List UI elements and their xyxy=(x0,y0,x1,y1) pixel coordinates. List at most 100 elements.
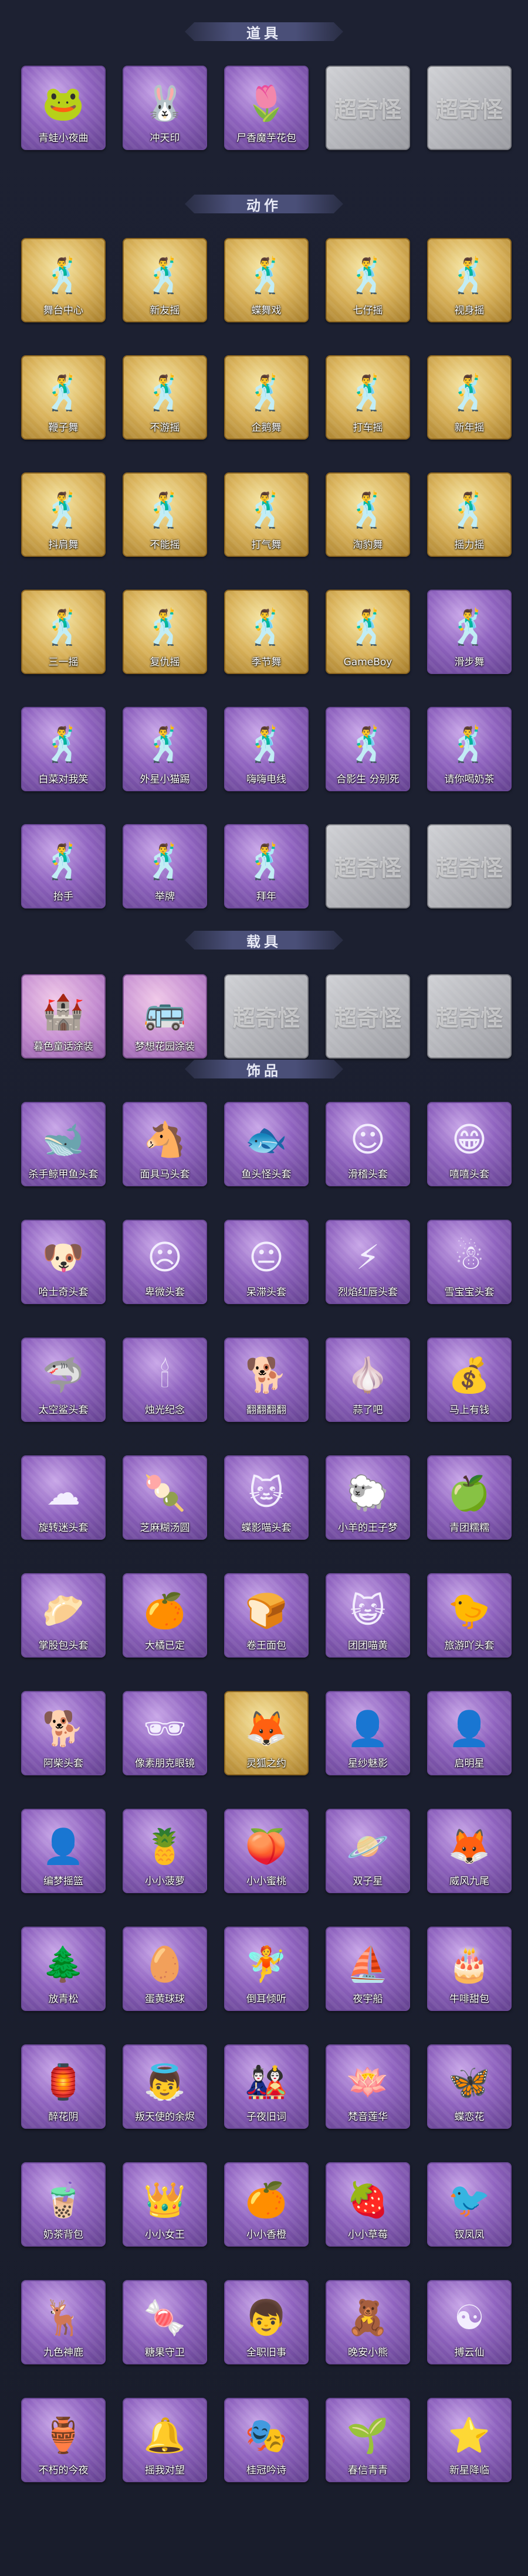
item-tile[interactable]: 🕺 复仇摇 xyxy=(123,590,207,674)
item-tile[interactable]: 🕯 烛光纪念 xyxy=(123,1338,207,1422)
item-tile[interactable]: 🏮 醉花阴 xyxy=(21,2044,106,2129)
item-tile[interactable]: 💰 马上有钱 xyxy=(427,1338,512,1422)
item-tile[interactable]: 🕺 打气舞 xyxy=(224,472,309,557)
item-tile[interactable]: 🕺 GameBoy xyxy=(326,590,410,674)
item-tile[interactable]: 🍓 小小草莓 xyxy=(326,2162,410,2247)
item-tile[interactable]: 🕺 抖肩舞 xyxy=(21,472,106,557)
item-tile[interactable]: 😁 嘻嘻头套 xyxy=(427,1102,512,1186)
item-tile[interactable]: 🐦 钗凤凤 xyxy=(427,2162,512,2247)
item-tile[interactable]: 🥚 蛋黄球球 xyxy=(123,1927,207,2011)
item-tile[interactable]: 😐 呆滞头套 xyxy=(224,1220,309,1304)
item-tile[interactable]: 🎂 牛啡甜包 xyxy=(427,1927,512,2011)
item-tile[interactable]: 🐑 小羊的王子梦 xyxy=(326,1455,410,1540)
item-tile[interactable]: 🧄 蒜了吧 xyxy=(326,1338,410,1422)
item-tile[interactable]: 🐶 哈士奇头套 xyxy=(21,1220,106,1304)
item-tile[interactable]: 🧋 奶茶背包 xyxy=(21,2162,106,2247)
item-tile[interactable]: 🎎 子夜旧词 xyxy=(224,2044,309,2129)
item-tile[interactable]: 👼 叛天使的余烬 xyxy=(123,2044,207,2129)
item-tile[interactable]: 🍏 青团糯糯 xyxy=(427,1455,512,1540)
item-tile[interactable]: 🦊 威风九尾 xyxy=(427,1809,512,1893)
item-tile[interactable]: 🐋 杀手鲸甲鱼头套 xyxy=(21,1102,106,1186)
item-tile[interactable]: 🪷 梵音莲华 xyxy=(326,2044,410,2129)
item-tile[interactable]: 🕺 新年摇 xyxy=(427,355,512,440)
locked-item-tile[interactable]: 超奇怪 xyxy=(326,974,410,1059)
item-tile[interactable]: 🕺 不能摇 xyxy=(123,472,207,557)
item-tile[interactable]: 🕺 合影生 分别死 xyxy=(326,707,410,791)
item-tile[interactable]: 🦈 太空鲨头套 xyxy=(21,1338,106,1422)
item-tile[interactable]: 🚌 梦想花园涂装 xyxy=(123,974,207,1059)
item-tile[interactable]: 🐱 蝶影喵头套 xyxy=(224,1455,309,1540)
item-tile[interactable]: ⛵ 夜宇船 xyxy=(326,1927,410,2011)
item-tile[interactable]: 🦊 灵狐之约 xyxy=(224,1691,309,1775)
item-tile[interactable]: 🕺 嗨嗨电线 xyxy=(224,707,309,791)
item-tile[interactable]: 🐟 鱼头怪头套 xyxy=(224,1102,309,1186)
item-tile[interactable]: 🪐 双子星 xyxy=(326,1809,410,1893)
locked-item-tile[interactable]: 超奇怪 xyxy=(326,824,410,908)
item-tile[interactable]: 🕺 季节舞 xyxy=(224,590,309,674)
item-tile[interactable]: 🧚 倒耳倾听 xyxy=(224,1927,309,2011)
item-tile[interactable]: 🕺 三一摇 xyxy=(21,590,106,674)
item-tile[interactable]: 🕺 拜年 xyxy=(224,824,309,908)
item-tile[interactable]: 🍍 小小菠萝 xyxy=(123,1809,207,1893)
item-tile[interactable]: 🔔 摇我对望 xyxy=(123,2398,207,2482)
item-tile[interactable]: 🎭 桂冠吟诗 xyxy=(224,2398,309,2482)
item-tile[interactable]: 🕺 滑步舞 xyxy=(427,590,512,674)
item-tile[interactable]: ☹ 卑微头套 xyxy=(123,1220,207,1304)
locked-item-tile[interactable]: 超奇怪 xyxy=(224,974,309,1059)
locked-item-tile[interactable]: 超奇怪 xyxy=(427,824,512,908)
item-tile[interactable]: 👤 编梦摇篮 xyxy=(21,1809,106,1893)
item-tile[interactable]: 🐰 冲天印 xyxy=(123,66,207,150)
item-tile[interactable]: 🕺 举牌 xyxy=(123,824,207,908)
item-tile[interactable]: 🕺 不游摇 xyxy=(123,355,207,440)
item-tile[interactable]: 🍡 芝麻糊汤圆 xyxy=(123,1455,207,1540)
locked-item-tile[interactable]: 超奇怪 xyxy=(427,974,512,1059)
item-tile[interactable]: ⚡ 烈焰红唇头套 xyxy=(326,1220,410,1304)
item-tile[interactable]: 🌲 放青松 xyxy=(21,1927,106,2011)
item-tile[interactable]: 🍊 小小香橙 xyxy=(224,2162,309,2247)
item-tile[interactable]: ☁ 旋转迷头套 xyxy=(21,1455,106,1540)
item-tile[interactable]: 👑 小小女王 xyxy=(123,2162,207,2247)
item-tile[interactable]: ⭐ 新星降临 xyxy=(427,2398,512,2482)
locked-item-tile[interactable]: 超奇怪 xyxy=(427,66,512,150)
item-tile[interactable]: 🐕 翻翻翻翻 xyxy=(224,1338,309,1422)
item-tile[interactable]: ☯ 搏云仙 xyxy=(427,2280,512,2364)
item-tile[interactable]: 🕺 摇力摇 xyxy=(427,472,512,557)
item-tile[interactable]: 🕺 白菜对我笑 xyxy=(21,707,106,791)
item-tile[interactable]: 🕶 像素朋克眼镜 xyxy=(123,1691,207,1775)
item-tile[interactable]: 🐤 旅游吖头套 xyxy=(427,1573,512,1658)
item-tile[interactable]: 👤 启明星 xyxy=(427,1691,512,1775)
item-tile[interactable]: 🍞 卷王面包 xyxy=(224,1573,309,1658)
item-tile[interactable]: 🏺 不朽的今夜 xyxy=(21,2398,106,2482)
item-tile[interactable]: 👤 星纱魅影 xyxy=(326,1691,410,1775)
item-tile[interactable]: 🕺 新友摇 xyxy=(123,238,207,322)
item-tile[interactable]: 🦌 九色神鹿 xyxy=(21,2280,106,2364)
item-tile[interactable]: 🕺 视身摇 xyxy=(427,238,512,322)
item-tile[interactable]: 🐕 阿柴头套 xyxy=(21,1691,106,1775)
item-tile[interactable]: 🌷 尸香魔芋花包 xyxy=(224,66,309,150)
item-tile[interactable]: 🦋 蝶恋花 xyxy=(427,2044,512,2129)
item-tile[interactable]: 🕺 抬手 xyxy=(21,824,106,908)
item-tile[interactable]: 🕺 舞台中心 xyxy=(21,238,106,322)
item-tile[interactable]: ☺ 滑稽头套 xyxy=(326,1102,410,1186)
item-tile[interactable]: 🕺 请你喝奶茶 xyxy=(427,707,512,791)
item-tile[interactable]: 🕺 外星小猫踢 xyxy=(123,707,207,791)
item-tile[interactable]: 🧸 晚安小熊 xyxy=(326,2280,410,2364)
item-tile[interactable]: 🕺 鞭子舞 xyxy=(21,355,106,440)
item-tile[interactable]: 🍊 大橘已定 xyxy=(123,1573,207,1658)
locked-item-tile[interactable]: 超奇怪 xyxy=(326,66,410,150)
item-tile[interactable]: 🕺 企鹅舞 xyxy=(224,355,309,440)
item-tile[interactable]: 🐸 青蛙小夜曲 xyxy=(21,66,106,150)
item-tile[interactable]: 🌱 春信青青 xyxy=(326,2398,410,2482)
item-tile[interactable]: 🕺 七仔摇 xyxy=(326,238,410,322)
item-tile[interactable]: 👦 全职旧事 xyxy=(224,2280,309,2364)
item-tile[interactable]: 🍑 小小蜜桃 xyxy=(224,1809,309,1893)
item-tile[interactable]: 🏰 暮色童话涂装 xyxy=(21,974,106,1059)
item-tile[interactable]: 🕺 蝶舞戏 xyxy=(224,238,309,322)
item-tile[interactable]: ☃ 雪宝宝头套 xyxy=(427,1220,512,1304)
item-tile[interactable]: 🥟 掌股包头套 xyxy=(21,1573,106,1658)
item-tile[interactable]: 🐴 面具马头套 xyxy=(123,1102,207,1186)
item-tile[interactable]: 🕺 打车摇 xyxy=(326,355,410,440)
item-tile[interactable]: 🍬 糖果守卫 xyxy=(123,2280,207,2364)
item-tile[interactable]: 🕺 淘豹舞 xyxy=(326,472,410,557)
item-tile[interactable]: 😺 团团喵黄 xyxy=(326,1573,410,1658)
